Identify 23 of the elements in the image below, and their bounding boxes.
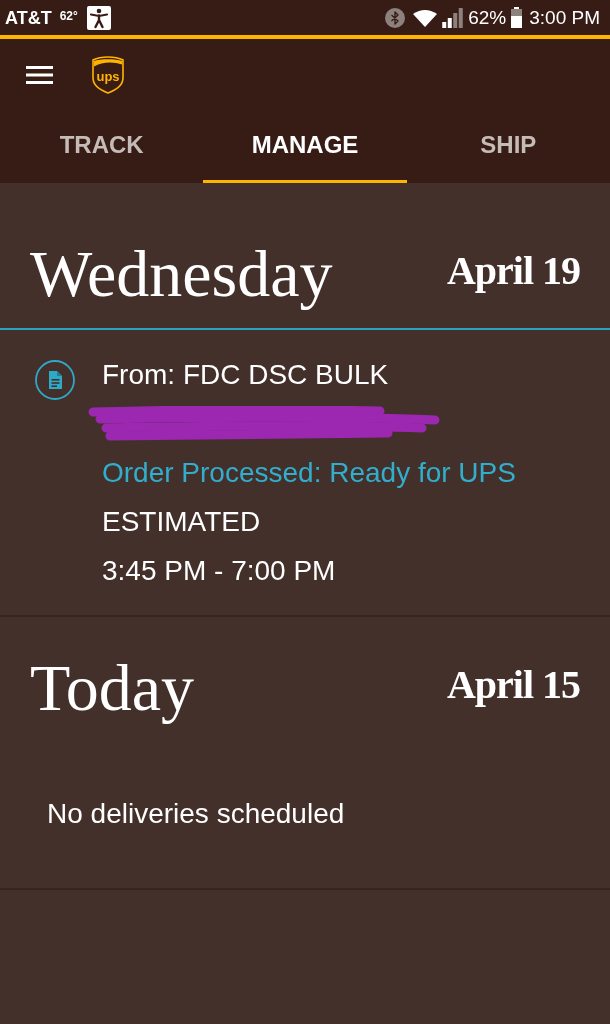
date-heading: April 15 bbox=[446, 665, 580, 705]
temperature-reading: 62° bbox=[59, 10, 78, 22]
estimate-label: ESTIMATED bbox=[102, 505, 262, 539]
menu-button[interactable] bbox=[26, 65, 53, 84]
accessibility-icon bbox=[86, 5, 111, 30]
document-icon bbox=[35, 360, 75, 400]
empty-message: No deliveries scheduled bbox=[47, 797, 345, 831]
shield-logo: ups bbox=[92, 55, 124, 94]
sender-text: From: FDC DSC BULK bbox=[102, 358, 390, 392]
status-text: Order Processed: Ready for UPS bbox=[102, 456, 516, 490]
battery-icon bbox=[511, 7, 523, 28]
bluetooth-icon bbox=[385, 7, 406, 28]
delivery-window: 3:45 PM - 7:00 PM bbox=[102, 546, 516, 595]
clock-time: 3:00 PM bbox=[529, 8, 600, 27]
wifi-icon bbox=[413, 8, 438, 27]
battery-percent: 62% bbox=[468, 8, 507, 27]
carrier-name: AT&T bbox=[5, 8, 52, 27]
tab[interactable]: MANAGE bbox=[203, 110, 407, 183]
menu-icon bbox=[26, 65, 53, 84]
signal-icon bbox=[442, 7, 464, 28]
date-heading: April 19 bbox=[446, 251, 580, 291]
tab[interactable]: SHIP bbox=[406, 110, 610, 183]
tab[interactable]: TRACK bbox=[0, 110, 204, 183]
